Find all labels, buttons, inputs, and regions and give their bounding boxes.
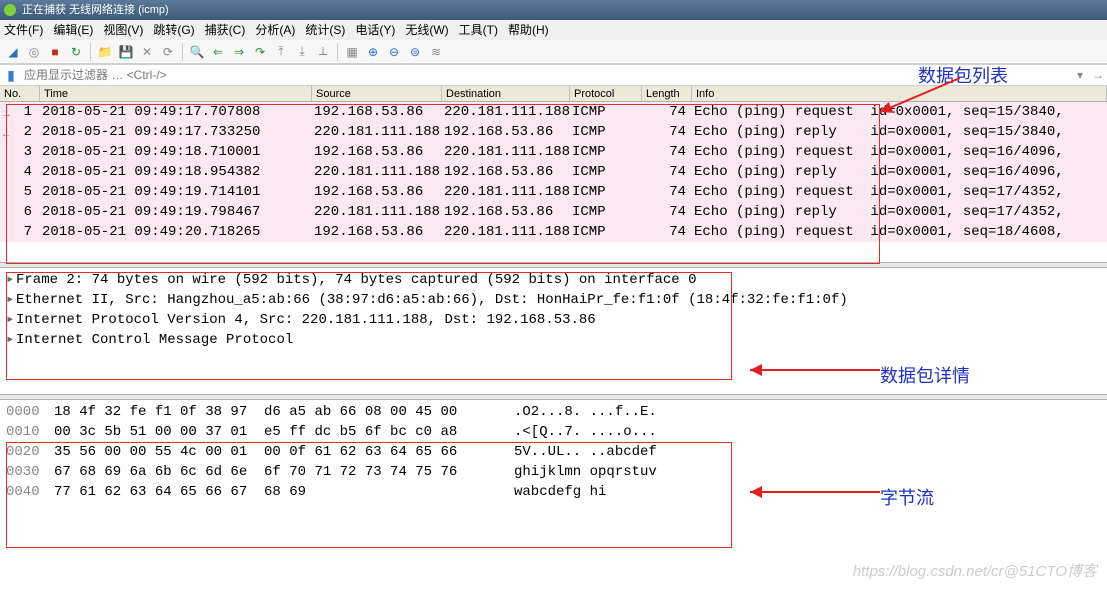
filter-dropdown-icon[interactable]: ▾ bbox=[1071, 68, 1089, 82]
menu-item[interactable]: 电话(Y) bbox=[355, 23, 395, 37]
first-packet-icon[interactable]: ⤒ bbox=[272, 43, 290, 61]
col-protocol[interactable]: Protocol bbox=[570, 86, 642, 101]
col-info[interactable]: Info bbox=[692, 86, 1107, 101]
menu-item[interactable]: 分析(A) bbox=[255, 23, 295, 37]
col-source[interactable]: Source bbox=[312, 86, 442, 101]
colorize-icon[interactable]: ▦ bbox=[343, 43, 361, 61]
expand-icon[interactable]: ▸ bbox=[6, 330, 16, 350]
detail-row[interactable]: ▸Frame 2: 74 bytes on wire (592 bits), 7… bbox=[6, 270, 1107, 290]
prev-packet-icon[interactable]: ⇐ bbox=[209, 43, 227, 61]
last-packet-icon[interactable]: ⤓ bbox=[293, 43, 311, 61]
menu-item[interactable]: 跳转(G) bbox=[153, 23, 194, 37]
resize-cols-icon[interactable]: ≋ bbox=[427, 43, 445, 61]
col-no[interactable]: No. bbox=[0, 86, 40, 101]
expand-icon[interactable]: ▸ bbox=[6, 270, 16, 290]
detail-row[interactable]: ▸Ethernet II, Src: Hangzhou_a5:ab:66 (38… bbox=[6, 290, 1107, 310]
restart-capture-icon[interactable]: ↻ bbox=[67, 43, 85, 61]
hex-row[interactable]: 001000 3c 5b 51 00 00 37 01 e5 ff dc b5 … bbox=[6, 422, 1107, 442]
menu-item[interactable]: 视图(V) bbox=[103, 23, 143, 37]
separator bbox=[182, 43, 183, 61]
interfaces-icon[interactable]: ◢ bbox=[4, 43, 22, 61]
packet-list[interactable]: 12018-05-21 09:49:17.707808192.168.53.86… bbox=[0, 102, 1107, 262]
separator bbox=[90, 43, 91, 61]
zoom-out-icon[interactable]: ⊖ bbox=[385, 43, 403, 61]
row-arrow-icon: → bbox=[0, 105, 12, 125]
zoom-reset-icon[interactable]: ⊜ bbox=[406, 43, 424, 61]
menu-item[interactable]: 无线(W) bbox=[405, 23, 448, 37]
table-row[interactable]: 22018-05-21 09:49:17.733250220.181.111.1… bbox=[0, 122, 1107, 142]
watermark: https://blog.csdn.net/cr@51CTO博客 bbox=[853, 560, 1097, 581]
expand-icon[interactable]: ▸ bbox=[6, 290, 16, 310]
reload-icon[interactable]: ⟳ bbox=[159, 43, 177, 61]
menu-item[interactable]: 统计(S) bbox=[305, 23, 345, 37]
find-icon[interactable]: 🔍 bbox=[188, 43, 206, 61]
menu-item[interactable]: 文件(F) bbox=[4, 23, 43, 37]
options-icon[interactable]: ◎ bbox=[25, 43, 43, 61]
menu-item[interactable]: 捕获(C) bbox=[205, 23, 246, 37]
menu-bar: 文件(F) 编辑(E) 视图(V) 跳转(G) 捕获(C) 分析(A) 统计(S) 电话(Y)… bbox=[0, 20, 1107, 40]
annotation-label-list: 数据包列表 bbox=[918, 62, 1008, 88]
col-length[interactable]: Length bbox=[642, 86, 692, 101]
menu-item[interactable]: 工具(T) bbox=[459, 23, 498, 37]
table-row[interactable]: 52018-05-21 09:49:19.714101192.168.53.86… bbox=[0, 182, 1107, 202]
hex-row[interactable]: 003067 68 69 6a 6b 6c 6d 6e 6f 70 71 72 … bbox=[6, 462, 1107, 482]
table-row[interactable]: 42018-05-21 09:49:18.954382220.181.111.1… bbox=[0, 162, 1107, 182]
expand-icon[interactable]: ▸ bbox=[6, 310, 16, 330]
detail-row[interactable]: ▸Internet Control Message Protocol bbox=[6, 330, 1107, 350]
packet-bytes-pane[interactable]: 000018 4f 32 fe f1 0f 38 97 d6 a5 ab 66 … bbox=[0, 400, 1107, 504]
hex-row[interactable]: 000018 4f 32 fe f1 0f 38 97 d6 a5 ab 66 … bbox=[6, 402, 1107, 422]
stop-capture-icon[interactable]: ■ bbox=[46, 43, 64, 61]
save-file-icon[interactable]: 💾 bbox=[117, 43, 135, 61]
menu-item[interactable]: 编辑(E) bbox=[53, 23, 93, 37]
display-filter-input[interactable] bbox=[20, 68, 1071, 82]
table-row[interactable]: 72018-05-21 09:49:20.718265192.168.53.86… bbox=[0, 222, 1107, 242]
zoom-in-icon[interactable]: ⊕ bbox=[364, 43, 382, 61]
bookmark-icon[interactable]: ▮ bbox=[2, 66, 20, 84]
annotation-label-detail: 数据包详情 bbox=[880, 362, 970, 388]
hex-row[interactable]: 004077 61 62 63 64 65 66 67 68 69wabcdef… bbox=[6, 482, 1107, 502]
window-title: 正在捕获 无线网络连接 (icmp) bbox=[0, 0, 1107, 20]
col-time[interactable]: Time bbox=[40, 86, 312, 101]
row-arrow-icon: ← bbox=[0, 125, 12, 145]
detail-row[interactable]: ▸Internet Protocol Version 4, Src: 220.1… bbox=[6, 310, 1107, 330]
col-destination[interactable]: Destination bbox=[442, 86, 570, 101]
hex-row[interactable]: 002035 56 00 00 55 4c 00 01 00 0f 61 62 … bbox=[6, 442, 1107, 462]
annotation-label-bytes: 字节流 bbox=[880, 484, 934, 510]
table-row[interactable]: 32018-05-21 09:49:18.710001192.168.53.86… bbox=[0, 142, 1107, 162]
filter-apply-icon[interactable]: → bbox=[1089, 68, 1107, 82]
separator bbox=[337, 43, 338, 61]
next-packet-icon[interactable]: ⇒ bbox=[230, 43, 248, 61]
goto-packet-icon[interactable]: ↷ bbox=[251, 43, 269, 61]
close-file-icon[interactable]: ✕ bbox=[138, 43, 156, 61]
packet-details-pane[interactable]: ▸Frame 2: 74 bytes on wire (592 bits), 7… bbox=[0, 268, 1107, 374]
toolbar: ◢ ◎ ■ ↻ 📁 💾 ✕ ⟳ 🔍 ⇐ ⇒ ↷ ⤒ ⤓ ⟂ ▦ ⊕ ⊖ ⊜ ≋ bbox=[0, 40, 1107, 64]
menu-item[interactable]: 帮助(H) bbox=[508, 23, 549, 37]
packet-list-header: No. Time Source Destination Protocol Len… bbox=[0, 86, 1107, 102]
table-row[interactable]: 62018-05-21 09:49:19.798467220.181.111.1… bbox=[0, 202, 1107, 222]
table-row[interactable]: 12018-05-21 09:49:17.707808192.168.53.86… bbox=[0, 102, 1107, 122]
autoscroll-icon[interactable]: ⟂ bbox=[314, 43, 332, 61]
open-file-icon[interactable]: 📁 bbox=[96, 43, 114, 61]
